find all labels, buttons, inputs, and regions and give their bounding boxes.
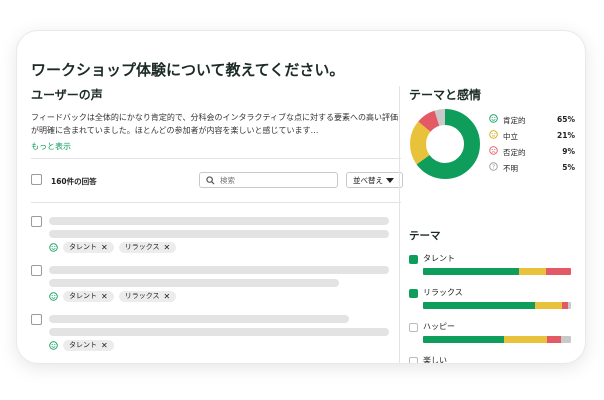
theme-item: 楽しい — [409, 355, 579, 364]
tag-chip[interactable]: タレント ✕ — [63, 242, 114, 253]
tag-chip[interactable]: タレント ✕ — [63, 291, 114, 302]
legend-item-negative: 否定的 9% — [489, 146, 579, 162]
legend-label: 中立 — [503, 132, 518, 141]
voice-section: ユーザーの声 フィードバックは全体的にかなり肯定的で、分科会のインタラクティブな… — [31, 86, 401, 152]
theme-sentiment-bar — [423, 302, 571, 309]
search-icon — [206, 176, 215, 185]
response-tags: タレント ✕ — [49, 340, 114, 351]
legend-percent: 5% — [562, 163, 575, 172]
feedback-summary: フィードバックは全体的にかなり肯定的で、分科会のインタラクティブな点に対する要素… — [31, 113, 399, 135]
search-input[interactable]: 検索 — [199, 172, 338, 188]
tag-label: タレント — [69, 341, 97, 349]
text-placeholder-bar — [49, 266, 389, 274]
response-checkbox[interactable] — [31, 265, 42, 276]
tag-label: タレント — [69, 292, 97, 300]
smile-icon — [489, 114, 498, 123]
show-more-link[interactable]: もっと表示 — [31, 141, 401, 152]
text-placeholder-bar — [49, 230, 389, 238]
close-icon[interactable]: ✕ — [101, 291, 108, 302]
text-placeholder-bar — [49, 315, 349, 323]
response-item: タレント ✕ リラックス ✕ — [31, 216, 403, 256]
search-placeholder: 検索 — [220, 176, 235, 185]
legend-percent: 9% — [562, 147, 575, 156]
themes-title: テーマ — [409, 230, 441, 242]
select-all-checkbox[interactable] — [31, 174, 42, 185]
theme-bar-segment — [519, 268, 546, 275]
tag-label: タレント — [69, 243, 97, 251]
theme-name: 楽しい — [423, 356, 447, 364]
theme-checkbox[interactable] — [409, 357, 418, 363]
response-checkbox[interactable] — [31, 314, 42, 325]
legend-label: 肯定的 — [503, 116, 526, 125]
svg-text:?: ? — [492, 165, 495, 171]
tag-chip[interactable]: リラックス ✕ — [118, 242, 177, 253]
divider — [31, 202, 401, 203]
tag-label: リラックス — [124, 243, 160, 251]
tag-label: リラックス — [124, 292, 160, 300]
close-icon[interactable]: ✕ — [101, 340, 108, 351]
theme-bar-segment — [568, 302, 571, 309]
close-icon[interactable]: ✕ — [164, 242, 171, 253]
legend-item-unknown: ? 不明 5% — [489, 162, 579, 178]
question-icon: ? — [489, 162, 498, 171]
theme-item: ハッピー — [409, 321, 579, 351]
responses-toolbar: 160件の回答 検索 並べ替え — [31, 171, 403, 191]
theme-bar-segment — [423, 336, 505, 343]
response-tags: タレント ✕ リラックス ✕ — [49, 242, 177, 253]
smile-icon — [49, 292, 58, 301]
themes-panel: テーマと感情 肯定的 65% 中立 21% 否定的 9% ? 不明 5% テーマ… — [409, 86, 579, 363]
response-checkbox[interactable] — [31, 216, 42, 227]
close-icon[interactable]: ✕ — [101, 242, 108, 253]
survey-card: ワークショップ体験について教えてください。 ユーザーの声 フィードバックは全体的… — [16, 30, 586, 364]
theme-item: タレント — [409, 253, 579, 283]
vertical-divider — [399, 86, 400, 363]
page-title: ワークショップ体験について教えてください。 — [31, 61, 345, 79]
tag-chip[interactable]: タレント ✕ — [63, 340, 114, 351]
theme-checkbox[interactable] — [409, 255, 418, 264]
text-placeholder-bar — [49, 328, 389, 336]
response-item: タレント ✕ — [31, 314, 403, 354]
voice-title: ユーザーの声 — [31, 88, 103, 102]
theme-bar-segment — [535, 302, 563, 309]
theme-bar-segment — [423, 302, 536, 309]
text-placeholder-bar — [49, 279, 339, 287]
theme-bar-segment — [545, 268, 571, 275]
theme-checkbox[interactable] — [409, 323, 418, 332]
neutral-face-icon — [489, 130, 498, 139]
text-placeholder-bar — [49, 217, 389, 225]
sort-dropdown[interactable]: 並べ替え — [346, 172, 403, 188]
theme-sentiment-bar — [423, 268, 571, 275]
response-tags: タレント ✕ リラックス ✕ — [49, 291, 177, 302]
close-icon[interactable]: ✕ — [164, 291, 171, 302]
legend-item-neutral: 中立 21% — [489, 130, 579, 146]
sentiment-title: テーマと感情 — [409, 88, 482, 102]
chevron-down-icon — [386, 178, 394, 183]
smile-icon — [49, 243, 58, 252]
tag-chip[interactable]: リラックス ✕ — [118, 291, 177, 302]
frown-icon — [489, 146, 498, 155]
theme-bar-segment — [547, 336, 561, 343]
theme-sentiment-bar — [423, 336, 571, 343]
theme-name: ハッピー — [423, 322, 455, 331]
theme-checkbox[interactable] — [409, 289, 418, 298]
sentiment-legend: 肯定的 65% 中立 21% 否定的 9% ? 不明 5% — [489, 114, 579, 178]
legend-label: 否定的 — [503, 148, 526, 157]
theme-name: リラックス — [423, 288, 463, 297]
legend-percent: 65% — [557, 115, 575, 124]
legend-label: 不明 — [503, 164, 518, 173]
theme-item: リラックス — [409, 287, 579, 317]
legend-percent: 21% — [557, 131, 575, 140]
theme-bar-segment — [423, 268, 520, 275]
theme-bar-segment — [560, 336, 571, 343]
sentiment-donut-chart — [410, 109, 480, 179]
theme-bar-segment — [504, 336, 548, 343]
divider — [31, 158, 401, 159]
sort-label: 並べ替え — [353, 176, 383, 185]
response-count: 160件の回答 — [51, 177, 97, 186]
smile-icon — [49, 341, 58, 350]
legend-item-positive: 肯定的 65% — [489, 114, 579, 130]
response-item: タレント ✕ リラックス ✕ — [31, 265, 403, 305]
theme-name: タレント — [423, 254, 455, 263]
